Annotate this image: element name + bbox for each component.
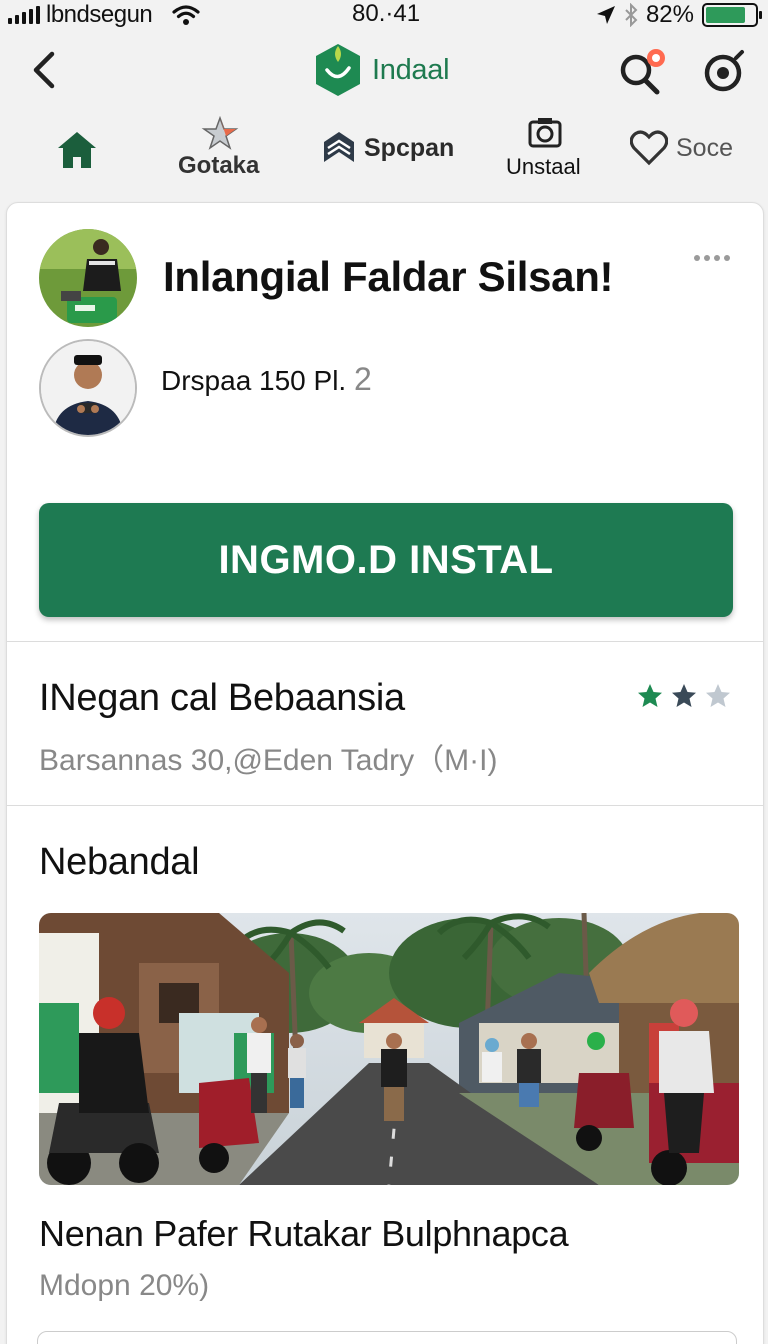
install-button[interactable]: INGMO.D INSTAL bbox=[39, 503, 733, 617]
star-empty-icon[interactable] bbox=[705, 683, 731, 709]
category-tabs: Gotaka Spcpan Unstaal Soce bbox=[0, 112, 768, 192]
post-card: Inlangial Faldar Silsan! Drspaa 150 Pl. … bbox=[6, 202, 764, 1344]
back-button[interactable] bbox=[24, 48, 64, 92]
star-filled-icon[interactable] bbox=[671, 683, 697, 709]
target-icon bbox=[704, 50, 744, 92]
brand-title: Indaal bbox=[372, 53, 450, 86]
tab-label-soce: Soce bbox=[676, 133, 733, 162]
more-dot bbox=[724, 255, 730, 261]
location-arrow-icon bbox=[596, 6, 615, 24]
status-bar: lbndsegun 80.·41 82% bbox=[0, 0, 768, 30]
battery-icon bbox=[702, 3, 762, 27]
home-icon bbox=[58, 132, 96, 168]
tab-gotaka[interactable]: Gotaka bbox=[178, 116, 264, 190]
tab-label-spcpan: Spcpan bbox=[364, 133, 455, 162]
divider bbox=[7, 641, 763, 642]
wifi-icon bbox=[172, 5, 200, 25]
info-meta: Barsannas 30,@Eden Tadry（M·I) bbox=[39, 744, 498, 777]
tab-label-unstaal: Unstaal bbox=[506, 154, 581, 179]
battery-fill bbox=[706, 7, 746, 23]
battery-percent: 82% bbox=[645, 1, 694, 28]
star-logo-icon bbox=[201, 116, 239, 150]
gallery-heading: Nebandal bbox=[39, 841, 200, 883]
status-time: 80.·41 bbox=[352, 0, 421, 27]
signal-icon bbox=[8, 6, 40, 24]
search-icon bbox=[620, 49, 665, 95]
status-right: 82% bbox=[596, 0, 762, 30]
post-subtitle-count: 2 bbox=[354, 361, 372, 397]
star-rating[interactable] bbox=[637, 683, 731, 709]
gallery-caption-title: Nenan Pafer Rutakar Bulphnapca bbox=[39, 1213, 569, 1254]
next-card-preview[interactable] bbox=[37, 1331, 737, 1344]
gallery-caption-meta: Mdopn 20%) bbox=[39, 1269, 210, 1302]
search-button[interactable] bbox=[614, 42, 670, 98]
tab-spcpan[interactable]: Spcpan bbox=[322, 130, 454, 166]
avatar[interactable] bbox=[39, 229, 137, 327]
bluetooth-icon bbox=[625, 3, 638, 27]
info-heading: INegan cal Bebaansia bbox=[39, 677, 405, 719]
more-options-button[interactable] bbox=[689, 249, 735, 267]
brand-logo-icon bbox=[316, 44, 360, 96]
heart-icon bbox=[630, 130, 668, 166]
more-dot bbox=[704, 255, 710, 261]
post-subtitle-text: Drspaa 150 Pl. bbox=[161, 365, 347, 396]
carrier-name: lbndsegun bbox=[46, 1, 153, 28]
divider bbox=[7, 805, 763, 806]
more-dot bbox=[714, 255, 720, 261]
post-subtitle: Drspaa 150 Pl. 2 bbox=[161, 361, 372, 398]
tab-soce[interactable]: Soce bbox=[630, 130, 733, 166]
tab-home[interactable] bbox=[56, 130, 98, 170]
post-title: Inlangial Faldar Silsan! bbox=[163, 253, 614, 300]
tab-label-gotaka: Gotaka bbox=[178, 152, 260, 179]
layers-icon bbox=[324, 132, 354, 162]
top-nav: Indaal bbox=[0, 34, 768, 106]
status-left: lbndsegun bbox=[8, 0, 200, 30]
village-street-image bbox=[39, 913, 739, 1185]
camera-icon bbox=[528, 118, 562, 148]
tab-unstaal[interactable]: Unstaal bbox=[506, 116, 582, 182]
avatar-photo-icon bbox=[39, 229, 137, 327]
chevron-left-icon bbox=[33, 51, 55, 89]
avatar-photo-icon bbox=[41, 341, 135, 435]
star-filled-icon[interactable] bbox=[637, 683, 663, 709]
more-dot bbox=[694, 255, 700, 261]
target-button[interactable] bbox=[698, 48, 748, 98]
avatar[interactable] bbox=[39, 339, 137, 437]
brand: Indaal bbox=[314, 40, 450, 100]
village-photo[interactable] bbox=[39, 913, 739, 1185]
